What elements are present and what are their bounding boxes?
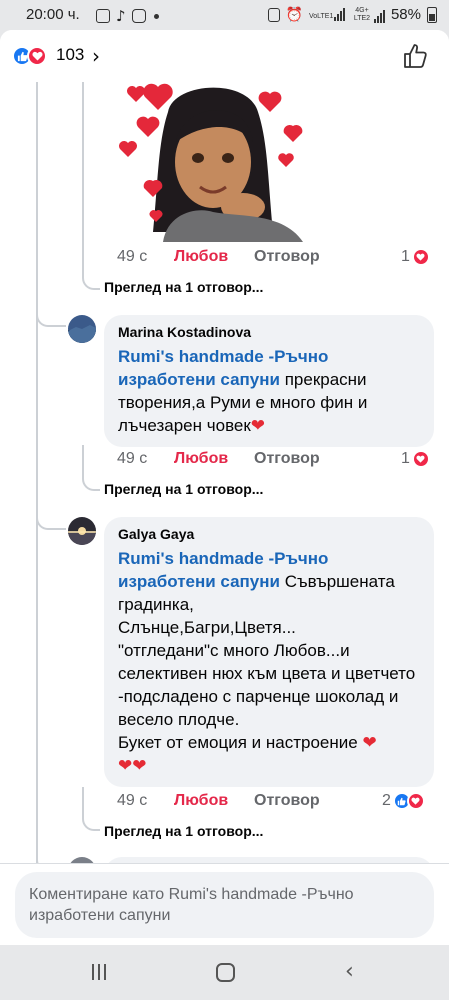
reaction-count: 103 [56, 45, 85, 64]
heart-emoji: ❤ [362, 733, 377, 752]
comment-elbow [36, 305, 66, 327]
comment-composer-bar: Коментиране като Rumi's handmade -Ръчно … [0, 863, 449, 945]
comment-elbow [36, 508, 66, 530]
love-reaction-button[interactable]: Любов [174, 248, 228, 266]
comment-time: 49 с [117, 450, 148, 467]
signal-1-icon: VoLTE1 [309, 8, 345, 21]
reply-button[interactable]: Отговор [254, 248, 320, 266]
reply-line [82, 787, 84, 817]
comment-reaction-count[interactable]: 2 [382, 792, 425, 810]
lock-icon [267, 7, 280, 22]
reply-elbow [82, 256, 100, 290]
tiktok-icon: ♪ [116, 7, 126, 25]
reply-elbow [82, 815, 100, 831]
comments-sheet: 103 › 49 с Любов Отговор 1 Преглед на 1 … [0, 30, 449, 945]
love-icon [411, 248, 430, 266]
comment-bubble[interactable]: Marina Kostadinova Rumi's handmade -Ръчн… [104, 315, 434, 447]
love-reaction-button[interactable]: Любов [174, 792, 228, 810]
view-replies-link[interactable]: Преглед на 1 отговор... [104, 481, 263, 497]
like-button-icon[interactable] [401, 42, 429, 70]
status-bar: 20:00 ч. ♪ ⏰ VoLTE1 4G+ LTE2 58% [0, 0, 449, 30]
status-right: ⏰ VoLTE1 4G+ LTE2 58% [267, 6, 437, 23]
battery-percent: 58% [390, 6, 421, 23]
girl-with-hearts-sticker [119, 83, 303, 242]
comment-reaction-count[interactable]: 1 [401, 248, 430, 266]
signal-2-icon: 4G+ LTE2 [351, 7, 385, 23]
love-icon [411, 450, 430, 468]
home-button[interactable] [216, 963, 235, 982]
status-time: 20:00 ч. [26, 6, 80, 23]
comment-author[interactable]: Marina Kostadinova [118, 324, 420, 340]
sticker-image[interactable] [108, 82, 303, 242]
love-icon [27, 46, 47, 66]
reply-button[interactable]: Отговор [254, 792, 320, 810]
comment-text: Rumi's handmade -Ръчно изработени сапуни… [118, 549, 416, 775]
avatar[interactable] [68, 315, 96, 343]
navigation-bar: ‹ [0, 945, 449, 1000]
more-notifications-dot [153, 13, 159, 19]
comment-reaction-count[interactable]: 1 [401, 450, 430, 468]
hearts-emoji: ❤❤ [118, 756, 147, 775]
reply-line [82, 445, 84, 475]
gallery-icon [96, 9, 110, 23]
notification-icons: ♪ [96, 7, 159, 25]
comment-bubble[interactable]: Galya Gaya Rumi's handmade -Ръчно израбо… [104, 517, 434, 787]
reply-elbow [82, 475, 100, 491]
comment-author[interactable]: Galya Gaya [118, 526, 420, 542]
alarm-icon: ⏰ [285, 6, 303, 23]
battery-icon [427, 6, 437, 23]
view-replies-link[interactable]: Преглед на 1 отговор... [104, 823, 263, 839]
comment-time: 49 с [117, 248, 148, 265]
comment-input[interactable]: Коментиране като Rumi's handmade -Ръчно … [15, 872, 434, 938]
avatar[interactable] [68, 517, 96, 545]
love-icon [406, 792, 425, 810]
instagram-icon [131, 9, 146, 23]
reply-line [82, 82, 84, 270]
recents-button[interactable] [92, 964, 106, 980]
view-replies-link[interactable]: Преглед на 1 отговор... [104, 279, 263, 295]
chevron-right-icon[interactable]: › [92, 44, 100, 68]
reply-button[interactable]: Отговор [254, 450, 320, 468]
comment-text: Rumi's handmade -Ръчно изработени сапуни… [118, 347, 368, 435]
comment-time: 49 с [117, 792, 148, 809]
love-reaction-button[interactable]: Любов [174, 450, 228, 468]
back-button[interactable]: ‹ [345, 959, 354, 984]
heart-emoji: ❤ [250, 416, 266, 435]
reaction-icons [12, 46, 47, 66]
reactions-header[interactable]: 103 › [0, 30, 449, 82]
